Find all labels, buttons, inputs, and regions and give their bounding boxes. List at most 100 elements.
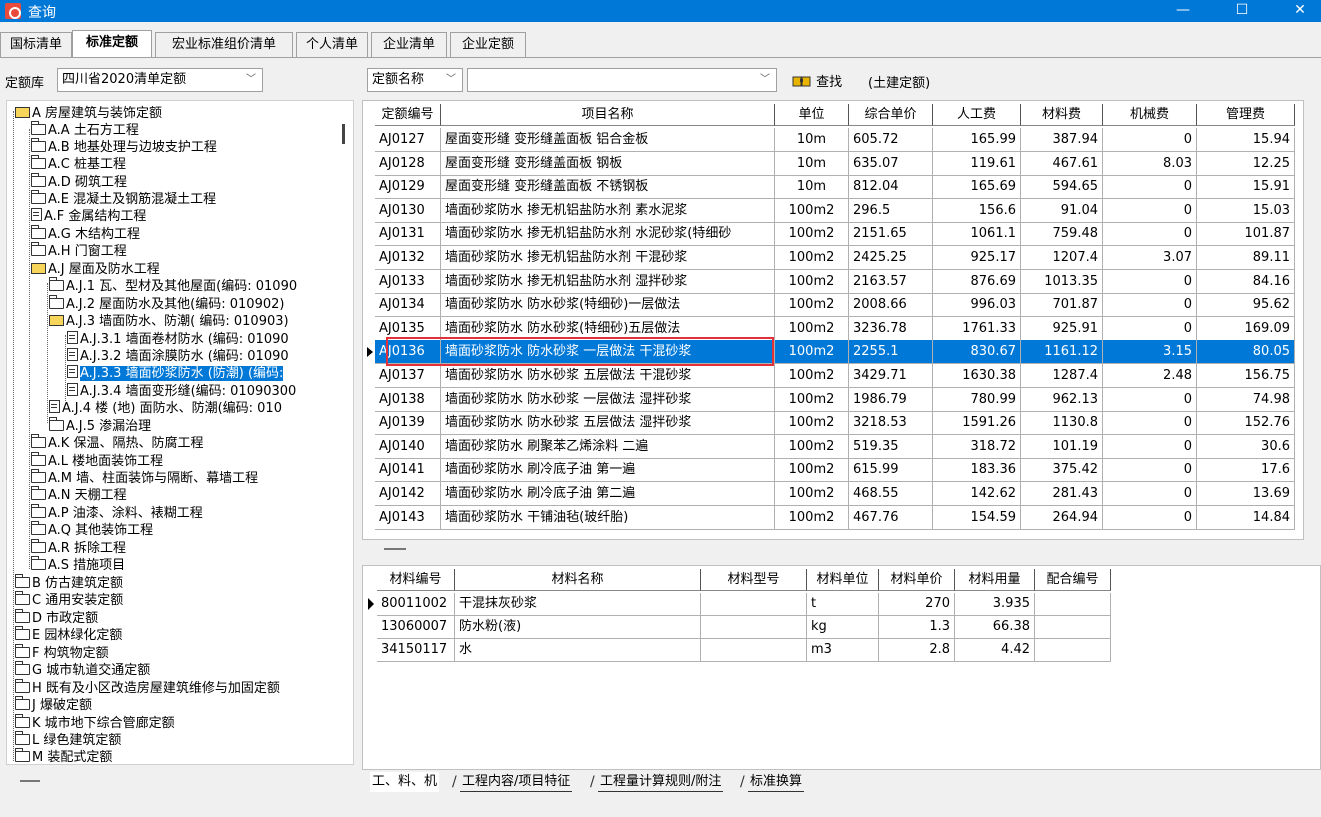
col-header-manage[interactable]: 管理费 bbox=[1197, 104, 1295, 126]
tree-node[interactable]: A.B 地基处理与边坡支护工程 bbox=[31, 138, 217, 156]
tree-node[interactable]: A.C 桩基工程 bbox=[31, 155, 126, 173]
col-header-machine[interactable]: 机械费 bbox=[1103, 104, 1197, 126]
tab-work-content[interactable]: 工程内容/项目特征 bbox=[460, 772, 573, 792]
col-header-price[interactable]: 综合单价 bbox=[849, 104, 933, 126]
tree-node[interactable]: D 市政定额 bbox=[15, 609, 98, 627]
tree-node[interactable]: A.J.4 楼 (地) 面防水、防潮(编码: 010 bbox=[49, 400, 282, 417]
quota-lib-select[interactable]: 四川省2020清单定额 ﹀ bbox=[57, 68, 263, 92]
col-header-mat-unit[interactable]: 材料单位 bbox=[807, 569, 879, 591]
tree-node[interactable]: C 通用安装定额 bbox=[15, 591, 123, 609]
col-header-mat-model[interactable]: 材料型号 bbox=[701, 569, 807, 591]
tree-node[interactable]: A.J.1 瓦、型材及其他屋面(编码: 01090 bbox=[49, 277, 297, 295]
material-row[interactable]: 13060007 防水粉(液) kg 1.3 66.38 bbox=[363, 616, 1123, 639]
maximize-button[interactable]: ☐ bbox=[1219, 0, 1265, 22]
tree-node[interactable]: A.J.3.4 墙面变形缝(编码: 01090300 bbox=[67, 383, 296, 400]
quota-tree[interactable]: A 房屋建筑与装饰定额 A.A 土石方工程 A.B 地基处理与边坡支护工程 A.… bbox=[6, 100, 354, 765]
tree-node[interactable]: A.J.2 屋面防水及其他(编码: 010902) bbox=[49, 295, 284, 313]
tree-node[interactable]: K 城市地下综合管廊定额 bbox=[15, 714, 175, 732]
tree-node[interactable]: A.A 土石方工程 bbox=[31, 121, 139, 139]
col-header-mat-name[interactable]: 材料名称 bbox=[455, 569, 701, 591]
tree-node-selected[interactable]: A.J.3.3 墙面砂浆防水 (防潮) (编码: bbox=[67, 365, 284, 382]
tab-hongye-list[interactable]: 宏业标准组价清单 bbox=[155, 32, 293, 57]
material-row[interactable]: 80011002 干混抹灰砂浆 t 270 3.935 bbox=[363, 593, 1123, 616]
tree-node[interactable]: A.D 砌筑工程 bbox=[31, 173, 127, 191]
tab-national-list[interactable]: 国标清单 bbox=[0, 32, 72, 57]
close-button[interactable]: ✕ bbox=[1277, 0, 1321, 22]
table-row[interactable]: AJ0134 墙面砂浆防水 防水砂浆(特细砂)一层做法 100m2 2008.66 99… bbox=[363, 293, 1303, 318]
panel-splitter[interactable] bbox=[384, 548, 406, 550]
tree-node[interactable]: A.J.3.2 墙面涂膜防水 (编码: 01090 bbox=[67, 348, 289, 365]
tree-node[interactable]: A.G 木结构工程 bbox=[31, 225, 140, 243]
tree-node[interactable]: F 构筑物定额 bbox=[15, 644, 109, 662]
col-header-mat-qty[interactable]: 材料用量 bbox=[955, 569, 1035, 591]
cell-labor: 318.72 bbox=[933, 434, 1021, 459]
tree-splitter[interactable] bbox=[20, 780, 40, 782]
tab-standard-quota[interactable]: 标准定额 bbox=[72, 30, 152, 57]
tree-node[interactable]: A.R 拆除工程 bbox=[31, 539, 126, 557]
cell-mat-mix bbox=[1035, 593, 1111, 616]
table-row[interactable]: AJ0133 墙面砂浆防水 掺无机铝盐防水剂 湿拌砂浆 100m2 2163.57 87… bbox=[363, 269, 1303, 294]
col-header-mat-code[interactable]: 材料编号 bbox=[377, 569, 455, 591]
search-field-select[interactable]: 定额名称 ﹀ bbox=[367, 68, 463, 92]
table-row[interactable]: AJ0132 墙面砂浆防水 掺无机铝盐防水剂 干混砂浆 100m2 2425.25 92… bbox=[363, 246, 1303, 270]
col-header-mat-mix[interactable]: 配合编号 bbox=[1035, 569, 1111, 591]
table-row[interactable]: AJ0138 墙面砂浆防水 防水砂浆 一层做法 湿拌砂浆 100m2 1986.79 7… bbox=[363, 387, 1303, 412]
tab-labor-material-machine[interactable]: 工、料、机 bbox=[370, 772, 440, 792]
tree-node[interactable]: M 装配式定额 bbox=[15, 748, 112, 764]
tab-standard-conversion[interactable]: 标准换算 bbox=[748, 772, 805, 792]
tree-node[interactable]: E 园林绿化定额 bbox=[15, 626, 122, 644]
col-header-unit[interactable]: 单位 bbox=[775, 104, 849, 126]
tree-node[interactable]: A.Q 其他装饰工程 bbox=[31, 521, 153, 539]
table-row[interactable]: AJ0131 墙面砂浆防水 掺无机铝盐防水剂 水泥砂浆(特细砂 100m2 2151.… bbox=[363, 222, 1303, 247]
tree-node[interactable]: A.E 混凝土及钢筋混凝土工程 bbox=[31, 190, 216, 208]
tree-node[interactable]: A.J.3 墙面防水、防潮( 编码: 010903) bbox=[49, 313, 289, 330]
table-row[interactable]: AJ0139 墙面砂浆防水 防水砂浆 五层做法 湿拌砂浆 100m2 3218.53 1… bbox=[363, 411, 1303, 436]
tree-node[interactable]: A.L 楼地面装饰工程 bbox=[31, 452, 163, 470]
tree-node[interactable]: A 房屋建筑与装饰定额 bbox=[15, 105, 162, 122]
tree-node[interactable]: A.F 金属结构工程 bbox=[31, 208, 146, 225]
col-header-labor[interactable]: 人工费 bbox=[933, 104, 1021, 126]
material-row[interactable]: 34150117 水 m3 2.8 4.42 bbox=[363, 639, 1123, 662]
table-row[interactable]: AJ0137 墙面砂浆防水 防水砂浆 五层做法 干混砂浆 100m2 3429.71 1… bbox=[363, 364, 1303, 388]
table-row[interactable]: AJ0130 墙面砂浆防水 掺无机铝盐防水剂 素水泥浆 100m2 296.5 156.… bbox=[363, 198, 1303, 223]
tree-node[interactable]: A.J.3.1 墙面卷材防水 (编码: 01090 bbox=[67, 331, 289, 348]
window-title: 查询 bbox=[28, 5, 56, 21]
tree-node[interactable]: L 绿色建筑定额 bbox=[15, 731, 121, 749]
col-header-material[interactable]: 材料费 bbox=[1021, 104, 1103, 126]
table-row[interactable]: AJ0127 屋面变形缝 变形缝盖面板 铝合金板 10m 605.72 165.99 38… bbox=[363, 128, 1303, 152]
cell-material: 281.43 bbox=[1021, 482, 1103, 506]
quota-grid[interactable]: 定额编号 项目名称 单位 综合单价 人工费 材料费 机械费 管理费 AJ0127… bbox=[362, 100, 1304, 540]
tree-node[interactable]: A.N 天棚工程 bbox=[31, 486, 127, 504]
tree-node[interactable]: A.M 墙、柱面装饰与隔断、幕墙工程 bbox=[31, 469, 258, 487]
col-header-name[interactable]: 项目名称 bbox=[441, 104, 775, 126]
tab-enterprise-list[interactable]: 企业清单 bbox=[371, 32, 447, 57]
table-row[interactable]: AJ0128 屋面变形缝 变形缝盖面板 钢板 10m 635.07 119.61 467.… bbox=[363, 151, 1303, 176]
tree-node[interactable]: A.J 屋面及防水工程 bbox=[31, 261, 160, 278]
tree-node[interactable]: A.J.5 渗漏治理 bbox=[49, 417, 151, 435]
col-header-mat-price[interactable]: 材料单价 bbox=[879, 569, 955, 591]
table-row[interactable]: AJ0142 墙面砂浆防水 刷冷底子油 第二遍 100m2 468.55 142.62 2… bbox=[363, 482, 1303, 506]
tab-personal-list[interactable]: 个人清单 bbox=[296, 32, 368, 57]
tree-node[interactable]: A.K 保温、隔热、防腐工程 bbox=[31, 434, 203, 452]
tree-node[interactable]: B 仿古建筑定额 bbox=[15, 574, 123, 592]
tree-node[interactable]: A.H 门窗工程 bbox=[31, 242, 127, 260]
table-row[interactable]: AJ0143 墙面砂浆防水 干铺油毡(玻纤胎) 100m2 467.76 154.59 2… bbox=[363, 505, 1303, 530]
col-header-code[interactable]: 定额编号 bbox=[375, 104, 441, 126]
tree-node[interactable]: A.P 油漆、涂料、裱糊工程 bbox=[31, 504, 203, 522]
tab-enterprise-quota[interactable]: 企业定额 bbox=[450, 32, 526, 57]
tab-calc-rules[interactable]: 工程量计算规则/附注 bbox=[598, 772, 724, 792]
find-button[interactable]: 查找 bbox=[792, 71, 842, 90]
cell-manage: 14.84 bbox=[1197, 505, 1295, 530]
tree-scrollbar-thumb[interactable] bbox=[342, 124, 345, 144]
tree-node[interactable]: A.S 措施项目 bbox=[31, 556, 125, 574]
table-row[interactable]: AJ0129 屋面变形缝 变形缝盖面板 不锈钢板 10m 812.04 165.69 59… bbox=[363, 175, 1303, 200]
table-row[interactable]: AJ0141 墙面砂浆防水 刷冷底子油 第一遍 100m2 615.99 183.36 3… bbox=[363, 458, 1303, 483]
table-row[interactable]: AJ0140 墙面砂浆防水 刷聚苯乙烯涂料 二遍 100m2 519.35 318.72… bbox=[363, 434, 1303, 459]
tree-node[interactable]: H 既有及小区改造房屋建筑维修与加固定额 bbox=[15, 679, 280, 697]
search-input[interactable]: ﹀ bbox=[467, 68, 777, 92]
tree-node[interactable]: G 城市轨道交通定额 bbox=[15, 661, 150, 679]
material-table[interactable]: 材料编号 材料名称 材料型号 材料单位 材料单价 材料用量 配合编号 80011… bbox=[362, 565, 1321, 770]
chevron-down-icon: ﹀ bbox=[246, 74, 256, 85]
minimize-button[interactable]: — bbox=[1160, 0, 1206, 22]
tree-node[interactable]: J 爆破定额 bbox=[15, 696, 92, 714]
